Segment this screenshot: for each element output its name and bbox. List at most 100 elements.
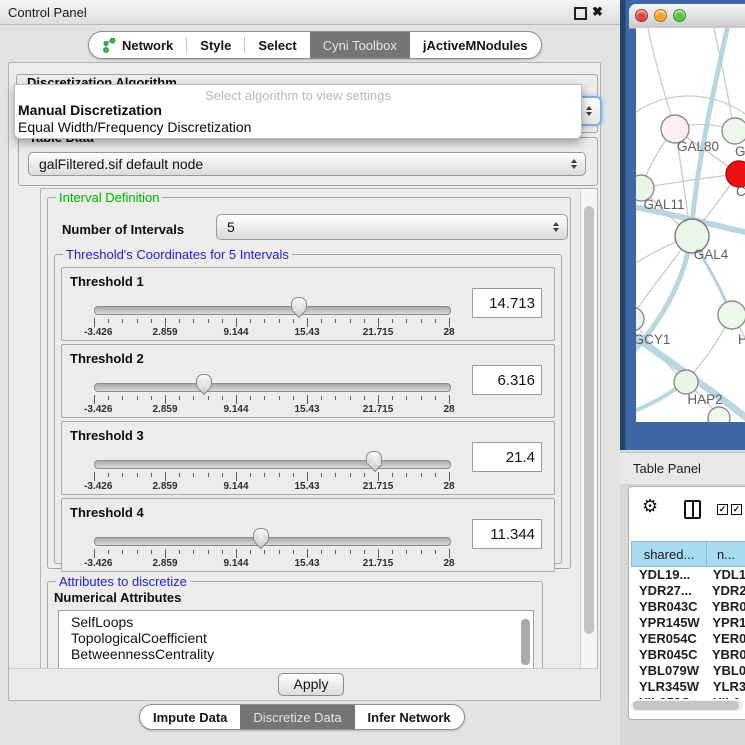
- slider-track[interactable]: [94, 460, 451, 469]
- tick-mark: [236, 472, 237, 481]
- slider-track[interactable]: [94, 306, 451, 315]
- tick-mark: [293, 319, 294, 323]
- threshold-value-field[interactable]: [472, 288, 542, 318]
- column-header-shared-[interactable]: shared...: [631, 541, 707, 567]
- apply-button[interactable]: Apply: [278, 673, 344, 696]
- network-edge[interactable]: [641, 174, 738, 188]
- tab-impute-data[interactable]: Impute Data: [140, 705, 240, 729]
- tab-cyni-toolbox[interactable]: Cyni Toolbox: [310, 32, 410, 58]
- tick-mark: [165, 318, 166, 327]
- attributes-list-scrollbar[interactable]: [521, 619, 530, 665]
- tick-mark: [250, 473, 251, 477]
- split-columns-icon[interactable]: [684, 500, 701, 519]
- float-icon[interactable]: [574, 7, 587, 20]
- cell-shared-name[interactable]: YLR345W: [631, 679, 707, 695]
- cell-shared-name[interactable]: YBL079W: [631, 663, 707, 679]
- scale-label: 15.43: [294, 558, 319, 569]
- close-light[interactable]: [635, 9, 648, 22]
- table-data-combobox[interactable]: galFiltered.sif default node: [28, 152, 586, 176]
- slider-thumb[interactable]: [253, 528, 269, 550]
- cell-name[interactable]: YDR2: [706, 583, 745, 599]
- tab-label: Impute Data: [153, 710, 227, 725]
- checkbox-icon[interactable]: ✓: [731, 504, 742, 515]
- column-header-n-[interactable]: n...: [707, 541, 745, 567]
- close-icon[interactable]: ✖: [592, 4, 603, 20]
- number-of-intervals-combobox[interactable]: 5: [216, 214, 568, 240]
- cell-name[interactable]: YDL1: [707, 567, 745, 583]
- cell-shared-name[interactable]: YBR043C: [631, 599, 706, 615]
- table-row[interactable]: YBR043CYBR0: [631, 599, 745, 615]
- algorithm-option-manual-discretization[interactable]: Manual Discretization: [18, 102, 162, 118]
- cell-name[interactable]: YER0: [706, 631, 745, 647]
- zoom-light[interactable]: [673, 9, 686, 22]
- slider-track[interactable]: [94, 383, 451, 392]
- cell-name[interactable]: YBR0: [706, 599, 745, 615]
- table-row[interactable]: YIL052CYIL0: [631, 695, 745, 699]
- threshold-value-field[interactable]: [472, 519, 542, 549]
- scale-label: 21.715: [363, 327, 394, 338]
- tick-mark: [449, 549, 450, 558]
- tab-style[interactable]: Style: [187, 32, 244, 58]
- table-row[interactable]: YLR345WYLR3: [631, 679, 745, 695]
- slider-thumb[interactable]: [196, 374, 212, 396]
- checkbox-icon[interactable]: ✓: [717, 504, 728, 515]
- attribute-item[interactable]: BetweennessCentrality: [59, 646, 533, 662]
- cell-name[interactable]: YLR3: [707, 679, 745, 695]
- node-label: HAP2: [687, 392, 722, 407]
- scale-label: 9.144: [223, 481, 248, 492]
- cell-name[interactable]: YPR1: [706, 615, 745, 631]
- tick-mark: [122, 550, 123, 554]
- threshold-value-field[interactable]: [472, 442, 542, 472]
- cell-shared-name[interactable]: YDL19...: [631, 567, 707, 583]
- table-window: ⚙ ✓ ✓ shared...n... YDL19...YDL1YDR27...…: [628, 486, 745, 720]
- tab-network[interactable]: Network: [89, 32, 186, 58]
- scrollbar-thumb[interactable]: [584, 206, 594, 634]
- settings-vertical-scrollbar[interactable]: [580, 189, 597, 669]
- cell-name[interactable]: YBL0: [707, 663, 745, 679]
- threshold-value-field[interactable]: [472, 365, 542, 395]
- attribute-item[interactable]: TopologicalCoefficient: [59, 630, 533, 646]
- tick-mark: [208, 473, 209, 477]
- cell-name[interactable]: YIL0: [707, 695, 740, 699]
- table-horizontal-scrollbar[interactable]: [631, 700, 743, 711]
- tick-mark: [179, 396, 180, 400]
- tick-mark: [208, 396, 209, 400]
- attribute-item[interactable]: SelfLoops: [59, 614, 533, 630]
- gear-icon[interactable]: ⚙: [642, 497, 658, 515]
- table-row[interactable]: YBR045CYBR0: [631, 647, 745, 663]
- slider-thumb[interactable]: [366, 451, 382, 473]
- algorithm-option-equal-width-frequency-discretization[interactable]: Equal Width/Frequency Discretization: [18, 119, 251, 135]
- cell-shared-name[interactable]: YBR045C: [631, 647, 706, 663]
- node-top-right[interactable]: [722, 118, 745, 144]
- table-row[interactable]: YDR27...YDR2: [631, 583, 745, 599]
- slider-thumb[interactable]: [291, 297, 307, 319]
- cell-shared-name[interactable]: YER054C: [631, 631, 706, 647]
- slider-scale-labels: -3.4262.8599.14415.4321.71528: [94, 558, 450, 570]
- node-gcy1[interactable]: [636, 307, 644, 331]
- cell-name[interactable]: YBR0: [706, 647, 745, 663]
- cell-shared-name[interactable]: YDR27...: [631, 583, 706, 599]
- tab-select[interactable]: Select: [245, 32, 309, 58]
- cell-shared-name[interactable]: YIL052C: [631, 695, 707, 699]
- threshold-box-3: Threshold 3-3.4262.8599.14415.4321.71528: [61, 421, 555, 495]
- tab-infer-network[interactable]: Infer Network: [355, 705, 464, 729]
- node-hap2[interactable]: [674, 370, 698, 394]
- table-row[interactable]: YBL079WYBL0: [631, 663, 745, 679]
- tab-discretize-data[interactable]: Discretize Data: [240, 705, 354, 729]
- tick-mark: [449, 395, 450, 404]
- threshold-label: Threshold 4: [70, 505, 144, 520]
- minimize-light[interactable]: [654, 9, 667, 22]
- table-row[interactable]: YER054CYER0: [631, 631, 745, 647]
- network-edge[interactable]: [648, 28, 675, 129]
- tick-mark: [151, 473, 152, 477]
- tab-jactivemnodules[interactable]: jActiveMNodules: [410, 32, 541, 58]
- slider-track[interactable]: [94, 537, 451, 546]
- table-row[interactable]: YDL19...YDL1: [631, 567, 745, 583]
- node-bottom[interactable]: [708, 407, 730, 422]
- node-right[interactable]: [718, 301, 745, 329]
- scrollbar-thumb[interactable]: [633, 701, 739, 710]
- network-canvas[interactable]: GAL80GAGAL11CGAL4GCY1HHAP2: [636, 28, 745, 422]
- table-row[interactable]: YPR145WYPR1: [631, 615, 745, 631]
- cell-shared-name[interactable]: YPR145W: [631, 615, 706, 631]
- tick-mark: [193, 473, 194, 477]
